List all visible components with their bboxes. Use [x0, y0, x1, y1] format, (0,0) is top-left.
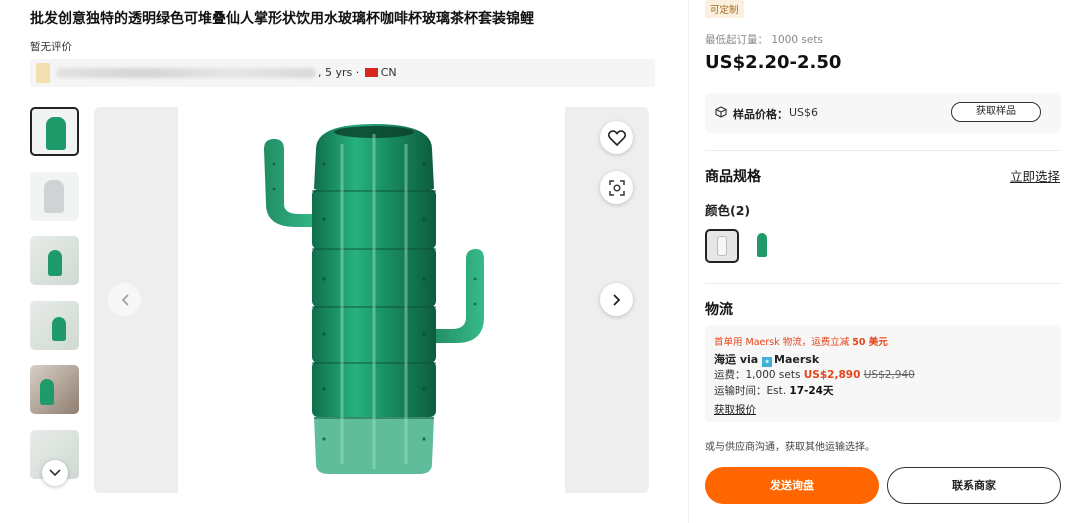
gallery-next-button[interactable]: [600, 283, 633, 316]
fee-label: 运费：1,000 sets: [714, 369, 804, 381]
supplier-meta: , 5 yrs · CN: [318, 66, 397, 79]
spec-title: 商品规格: [705, 169, 761, 185]
thumbnail-1[interactable]: [30, 107, 79, 156]
color-label: 颜色(2): [705, 203, 751, 218]
carrier-name: Maersk: [774, 353, 820, 366]
purchase-panel: 可定制 最低起订量： 1000 sets US$2.20-2.50 样品价格： …: [688, 0, 1080, 523]
time-label: 运输时间：Est.: [714, 385, 790, 397]
cactus-cup-image: [264, 124, 484, 474]
gallery-prev-button[interactable]: [108, 283, 141, 316]
time-value: 17-24天: [789, 385, 834, 397]
minimum-order: 最低起订量： 1000 sets: [705, 34, 823, 46]
swatch-image: [757, 233, 767, 257]
color-swatch-green[interactable]: [745, 229, 779, 263]
get-sample-button[interactable]: 获取样品: [951, 102, 1041, 122]
price-range: US$2.20-2.50: [705, 52, 842, 73]
heart-icon: [607, 129, 626, 146]
review-status[interactable]: 暂无评价: [30, 39, 72, 54]
shipping-fee: 运费：1,000 sets US$2,890 US$2,940: [714, 367, 915, 382]
supplier-years: , 5 yrs ·: [318, 66, 363, 79]
thumbnail-image: [40, 379, 54, 405]
sample-price-box: 样品价格： US$6 获取样品: [705, 93, 1061, 133]
favorite-button[interactable]: [600, 121, 633, 154]
contact-supplier-button[interactable]: 联系商家: [887, 467, 1061, 504]
thumbnail-2[interactable]: [30, 172, 79, 221]
select-now-link[interactable]: 立即选择: [1010, 166, 1060, 185]
promo-text: 首单用 Maersk 物流，运费立减: [714, 337, 853, 348]
thumbnail-image: [30, 365, 79, 414]
thumbnail-3[interactable]: [30, 236, 79, 285]
divider: [705, 283, 1061, 284]
swatch-image: [717, 236, 727, 256]
logistics-title: 物流: [705, 302, 733, 318]
chevron-left-icon: [121, 293, 129, 306]
promo-amount: 50 美元: [852, 337, 888, 348]
scan-icon: [608, 179, 625, 196]
supplier-logo: [36, 63, 50, 83]
thumbnail-list: [30, 107, 80, 486]
send-inquiry-button[interactable]: 发送询盘: [705, 467, 879, 504]
thumbnail-image: [48, 250, 62, 276]
product-gallery[interactable]: [94, 107, 649, 493]
customizable-badge: 可定制: [705, 0, 744, 18]
sample-price-label: 样品价格：: [733, 108, 788, 121]
chevron-down-icon[interactable]: [42, 460, 68, 486]
thumbnail-image: [44, 180, 64, 213]
color-swatch-clear[interactable]: [705, 229, 739, 263]
carrier-line: 海运 via ✶ Maersk: [714, 351, 819, 367]
fee-price: US$2,890: [803, 369, 861, 381]
get-quote-link[interactable]: 获取报价: [714, 402, 756, 417]
other-shipping-note: 或与供应商沟通，获取其他运输选择。: [705, 442, 875, 453]
logistics-box: 首单用 Maersk 物流，运费立减 50 美元 海运 via ✶ Maersk …: [705, 325, 1061, 422]
thumbnail-5[interactable]: [30, 365, 79, 414]
image-search-button[interactable]: [600, 171, 633, 204]
china-flag-icon: [364, 68, 378, 77]
box-icon: [715, 106, 727, 121]
maersk-star-icon: ✶: [762, 357, 773, 367]
fee-original: US$2,940: [863, 369, 915, 381]
thumbnail-image: [52, 317, 66, 341]
supplier-name-blurred[interactable]: [56, 68, 316, 78]
thumbnail-4[interactable]: [30, 301, 79, 350]
thumbnail-image: [46, 117, 66, 150]
supplier-bar[interactable]: , 5 yrs · CN: [30, 59, 655, 87]
product-main: 批发创意独特的透明绿色可堆叠仙人掌形状饮用水玻璃杯咖啡杯玻璃茶杯套装锦鲤 暂无评…: [0, 0, 688, 523]
chevron-right-icon: [612, 293, 620, 306]
carrier-prefix: 海运 via: [714, 353, 763, 366]
shipping-time: 运输时间：Est. 17-24天: [714, 383, 834, 398]
sample-price-value: US$6: [789, 106, 819, 119]
supplier-country: CN: [380, 66, 397, 79]
shipping-promo: 首单用 Maersk 物流，运费立减 50 美元: [714, 334, 888, 348]
product-title: 批发创意独特的透明绿色可堆叠仙人掌形状饮用水玻璃杯咖啡杯玻璃茶杯套装锦鲤: [30, 11, 534, 27]
divider: [705, 150, 1061, 151]
